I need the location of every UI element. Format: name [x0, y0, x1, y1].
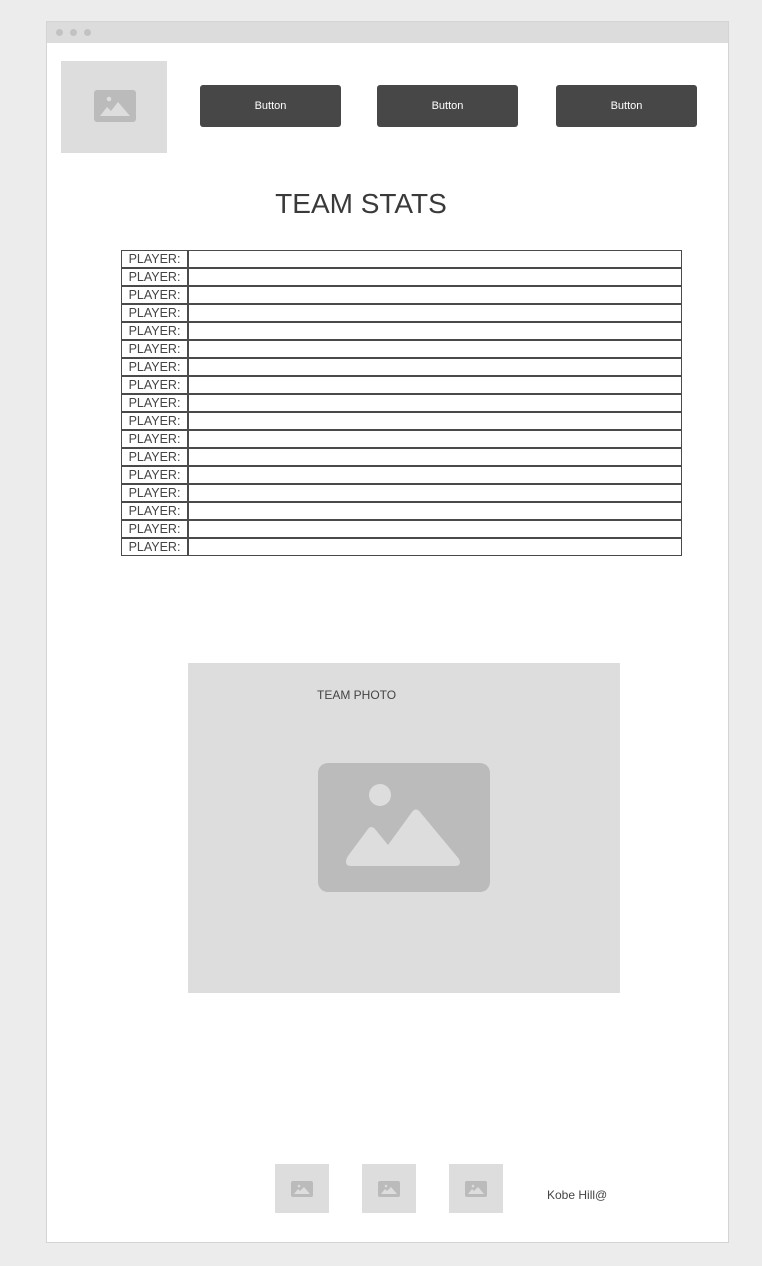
- player-field[interactable]: [188, 484, 682, 502]
- window-control-dot[interactable]: [56, 29, 63, 36]
- player-field[interactable]: [188, 466, 682, 484]
- player-label: PLAYER:: [121, 322, 188, 340]
- player-field[interactable]: [188, 286, 682, 304]
- image-icon: [291, 1181, 313, 1197]
- player-label: PLAYER:: [121, 250, 188, 268]
- player-label: PLAYER:: [121, 430, 188, 448]
- table-row: PLAYER:: [121, 448, 682, 466]
- player-label: PLAYER:: [121, 340, 188, 358]
- table-row: PLAYER:: [121, 430, 682, 448]
- player-field[interactable]: [188, 448, 682, 466]
- browser-window: Button Button Button TEAM STATS PLAYER: P…: [46, 21, 729, 1243]
- player-field[interactable]: [188, 538, 682, 556]
- table-row: PLAYER:: [121, 484, 682, 502]
- player-label: PLAYER:: [121, 286, 188, 304]
- window-control-dot[interactable]: [84, 29, 91, 36]
- player-field[interactable]: [188, 358, 682, 376]
- player-field[interactable]: [188, 520, 682, 538]
- team-photo-placeholder: TEAM PHOTO: [188, 663, 620, 993]
- player-label: PLAYER:: [121, 466, 188, 484]
- player-label: PLAYER:: [121, 448, 188, 466]
- window-control-dot[interactable]: [70, 29, 77, 36]
- table-row: PLAYER:: [121, 268, 682, 286]
- player-field[interactable]: [188, 502, 682, 520]
- player-label: PLAYER:: [121, 268, 188, 286]
- player-label: PLAYER:: [121, 520, 188, 538]
- table-row: PLAYER:: [121, 250, 682, 268]
- image-icon: [465, 1181, 487, 1197]
- team-photo-label: TEAM PHOTO: [317, 688, 397, 702]
- player-label: PLAYER:: [121, 358, 188, 376]
- table-row: PLAYER:: [121, 412, 682, 430]
- table-row: PLAYER:: [121, 376, 682, 394]
- window-titlebar: [47, 22, 728, 43]
- player-field[interactable]: [188, 394, 682, 412]
- player-field[interactable]: [188, 250, 682, 268]
- logo-image-placeholder: [61, 61, 167, 153]
- player-label: PLAYER:: [121, 304, 188, 322]
- footer-thumbnail-2: [362, 1164, 416, 1213]
- player-label: PLAYER:: [121, 376, 188, 394]
- table-row: PLAYER:: [121, 286, 682, 304]
- image-icon: [318, 763, 490, 892]
- table-row: PLAYER:: [121, 340, 682, 358]
- table-row: PLAYER:: [121, 304, 682, 322]
- table-row: PLAYER:: [121, 520, 682, 538]
- footer-thumbnail-3: [449, 1164, 503, 1213]
- nav-button-3[interactable]: Button: [556, 85, 697, 127]
- player-field[interactable]: [188, 304, 682, 322]
- nav-button-1[interactable]: Button: [200, 85, 341, 127]
- table-row: PLAYER:: [121, 322, 682, 340]
- team-stats-table: PLAYER: PLAYER: PLAYER: PLAYER: PLAYER: PLAYE…: [121, 250, 682, 556]
- player-label: PLAYER:: [121, 502, 188, 520]
- table-row: PLAYER:: [121, 358, 682, 376]
- image-icon: [378, 1181, 400, 1197]
- player-field[interactable]: [188, 376, 682, 394]
- page-title: TEAM STATS: [275, 188, 447, 219]
- table-row: PLAYER:: [121, 394, 682, 412]
- table-row: PLAYER:: [121, 502, 682, 520]
- player-field[interactable]: [188, 322, 682, 340]
- player-label: PLAYER:: [121, 412, 188, 430]
- player-field[interactable]: [188, 412, 682, 430]
- table-row: PLAYER:: [121, 538, 682, 556]
- nav-button-2[interactable]: Button: [377, 85, 518, 127]
- player-label: PLAYER:: [121, 538, 188, 556]
- player-field[interactable]: [188, 268, 682, 286]
- player-field[interactable]: [188, 340, 682, 358]
- image-icon: [94, 90, 136, 122]
- table-row: PLAYER:: [121, 466, 682, 484]
- player-label: PLAYER:: [121, 484, 188, 502]
- footer-thumbnail-1: [275, 1164, 329, 1213]
- player-label: PLAYER:: [121, 394, 188, 412]
- player-field[interactable]: [188, 430, 682, 448]
- footer-credit: Kobe Hill@: [547, 1188, 608, 1202]
